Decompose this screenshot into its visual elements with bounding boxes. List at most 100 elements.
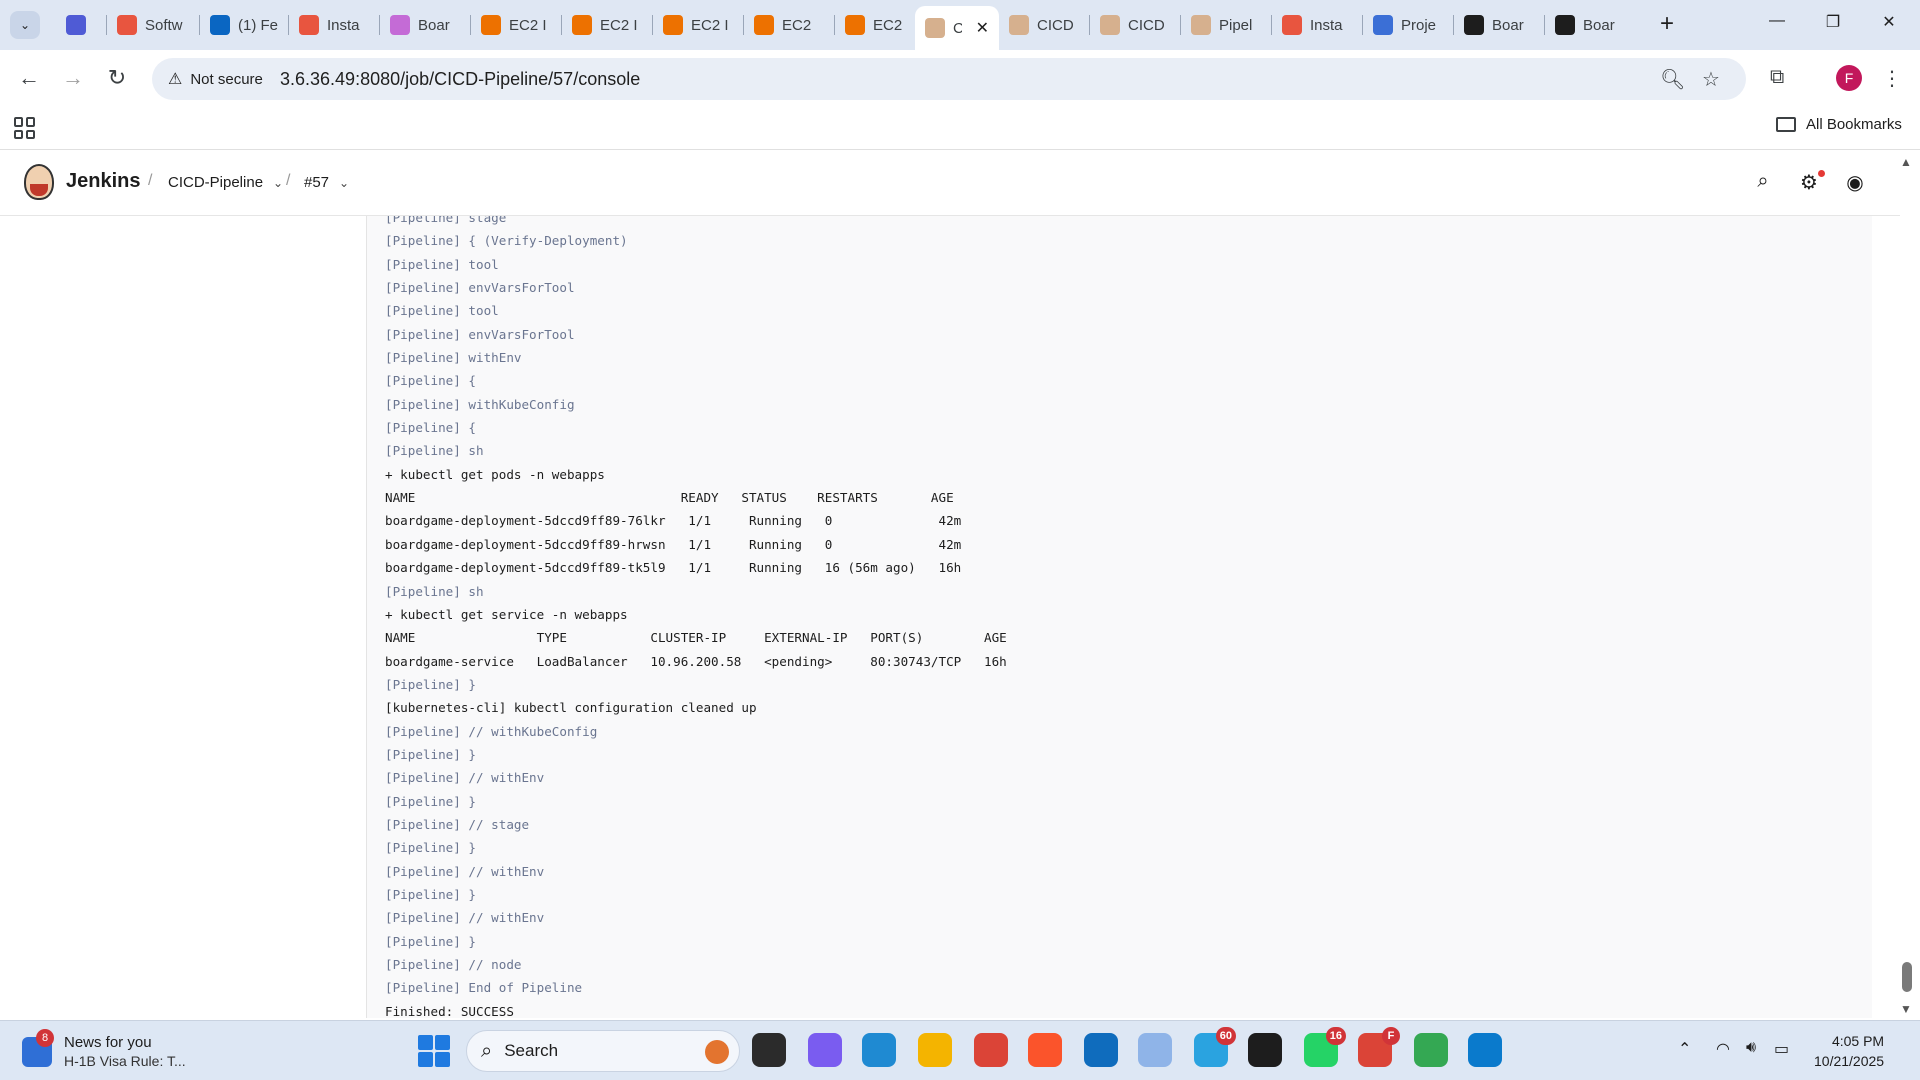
browser-tab[interactable]: Proje: [1363, 6, 1453, 44]
scrollbar-thumb[interactable]: [1902, 962, 1912, 992]
battery-icon[interactable]: ▭: [1774, 1039, 1789, 1059]
file-explorer-dark-icon[interactable]: [752, 1033, 786, 1067]
browser-toolbar: ← → ↻ ⚠ Not secure 3.6.36.49:8080/job/CI…: [0, 50, 1920, 108]
console-line: [Pipeline] withKubeConfig: [385, 396, 575, 412]
volume-icon[interactable]: 🔊︎: [1746, 1039, 1756, 1057]
profile-avatar[interactable]: F: [1836, 65, 1862, 91]
browser-tab[interactable]: Boar: [380, 6, 470, 44]
console-line: [Pipeline] // stage: [385, 816, 530, 832]
apps-grid-icon[interactable]: [14, 117, 36, 139]
console-line: [Pipeline] sh: [385, 583, 484, 599]
browser-tab[interactable]: Insta: [1272, 6, 1362, 44]
tab-search-dropdown-icon[interactable]: ⌄: [10, 11, 40, 39]
tab-title: Softw: [145, 16, 183, 34]
windows-start-icon[interactable]: [418, 1035, 450, 1067]
browser-tab[interactable]: EC2 I: [835, 6, 915, 44]
chevron-down-icon[interactable]: ⌄: [273, 176, 283, 190]
jenkins-logo-icon[interactable]: [24, 164, 54, 200]
url-text[interactable]: 3.6.36.49:8080/job/CICD-Pipeline/57/cons…: [280, 69, 640, 90]
new-tab-button[interactable]: +: [1652, 10, 1682, 40]
jenkins-header: Jenkins / CICD-Pipeline ⌄ / #57 ⌄ ⌕ ⚙ ◉: [0, 150, 1900, 216]
link-icon: [66, 15, 86, 35]
telegram-icon[interactable]: 60: [1194, 1027, 1236, 1067]
browser-tab[interactable]: EC2 I: [471, 6, 561, 44]
browser-tab[interactable]: Softw: [107, 6, 199, 44]
vscode-icon[interactable]: [1468, 1033, 1502, 1067]
breadcrumb-build[interactable]: #57 ⌄: [304, 174, 349, 191]
outlook-icon[interactable]: [1084, 1033, 1118, 1067]
restore-icon[interactable]: ❐: [1810, 12, 1856, 32]
breadcrumb-job[interactable]: CICD-Pipeline ⌄: [168, 174, 283, 191]
all-bookmarks-button[interactable]: All Bookmarks: [1776, 116, 1902, 133]
jenkins-icon: [1191, 15, 1211, 35]
browser-tab[interactable]: C ✕: [915, 6, 999, 50]
minimize-icon[interactable]: —: [1754, 12, 1800, 30]
chrome-alt-icon[interactable]: [1414, 1033, 1448, 1067]
extensions-icon[interactable]: ⧉: [1770, 66, 1784, 89]
aws-ec2-icon: [845, 15, 865, 35]
project-icon: [1373, 15, 1393, 35]
close-window-icon[interactable]: ✕: [1866, 12, 1912, 32]
tab-title: CICD: [1037, 16, 1074, 34]
copilot-icon[interactable]: [808, 1033, 842, 1067]
bookmark-star-icon[interactable]: ☆: [1702, 67, 1720, 92]
console-line: [Pipeline] }: [385, 840, 476, 856]
browser-tab[interactable]: CICD: [999, 6, 1089, 44]
console-line: [Pipeline] }: [385, 793, 476, 809]
close-tab-icon[interactable]: ✕: [976, 18, 989, 38]
browser-tab[interactable]: EC2 I: [653, 6, 743, 44]
scroll-up-arrow-icon[interactable]: ▲: [1900, 155, 1912, 169]
notification-dot: [1818, 170, 1825, 177]
search-highlight-icon: [705, 1040, 729, 1064]
console-line: boardgame-deployment-5dccd9ff89-76lkr 1/…: [385, 513, 962, 529]
chrome-profile-icon[interactable]: F: [1358, 1027, 1400, 1067]
menu-kebab-icon[interactable]: ⋮: [1882, 66, 1902, 91]
reload-icon[interactable]: ↻: [102, 64, 132, 94]
console-line: [Pipeline] // withEnv: [385, 770, 545, 786]
search-icon[interactable]: ⌕: [1750, 170, 1776, 193]
back-icon[interactable]: ←: [14, 64, 44, 94]
wifi-icon[interactable]: ◠: [1716, 1039, 1730, 1059]
browser-tab[interactable]: Pipel: [1181, 6, 1271, 44]
security-chip[interactable]: ⚠ Not secure: [158, 63, 275, 95]
browser-tab[interactable]: Boar: [1545, 6, 1631, 44]
taskbar-search[interactable]: ⌕ Search: [466, 1030, 740, 1072]
chevron-up-icon[interactable]: ⌃: [1678, 1039, 1691, 1059]
sticky-notes-icon[interactable]: [1248, 1033, 1282, 1067]
edge-icon[interactable]: [862, 1033, 896, 1067]
aws-ec2-icon: [663, 15, 683, 35]
console-line: + kubectl get service -n webapps: [385, 606, 628, 622]
news-widget[interactable]: 8 News for you H-1B Visa Rule: T...: [22, 1029, 186, 1071]
browser-tab[interactable]: Insta: [289, 6, 379, 44]
scroll-down-arrow-icon[interactable]: ▼: [1900, 1002, 1912, 1016]
user-icon[interactable]: ◉: [1842, 170, 1868, 195]
git-icon[interactable]: [1138, 1033, 1172, 1067]
jenkins-icon: [1100, 15, 1120, 35]
chevron-down-icon[interactable]: ⌄: [339, 176, 349, 190]
instance-icon: [299, 15, 319, 35]
news-subtitle: H-1B Visa Rule: T...: [64, 1053, 186, 1069]
breadcrumb-separator: /: [286, 172, 291, 189]
tab-strip: ⌄ Softw (1) Fe Insta Boar EC2 I EC2 I EC2 I EC2…: [0, 0, 1920, 50]
console-output: [Pipeline] stage [Pipeline] { (Verify-Dep…: [366, 216, 1872, 1018]
file-explorer-icon[interactable]: [918, 1033, 952, 1067]
console-line: + kubectl get pods -n webapps: [385, 466, 605, 482]
zoom-icon[interactable]: 🔍︎: [1660, 67, 1685, 92]
console-line: [Pipeline] envVarsForTool: [385, 280, 575, 296]
browser-tab[interactable]: Boar: [1454, 6, 1544, 44]
chrome-icon[interactable]: [974, 1033, 1008, 1067]
forward-icon[interactable]: →: [58, 64, 88, 94]
browser-tab[interactable]: EC2 I: [562, 6, 652, 44]
whatsapp-icon[interactable]: 16: [1304, 1027, 1346, 1067]
browser-tab[interactable]: (1) Fe: [200, 6, 288, 44]
brave-icon[interactable]: [1028, 1033, 1062, 1067]
jenkins-title[interactable]: Jenkins: [66, 170, 140, 193]
browser-tab[interactable]: CICD: [1090, 6, 1180, 44]
browser-tab[interactable]: [56, 6, 106, 44]
console-line: [Pipeline] // withEnv: [385, 910, 545, 926]
console-line: [Pipeline] envVarsForTool: [385, 326, 575, 342]
clock[interactable]: 4:05 PM 10/21/2025: [1814, 1031, 1884, 1071]
address-bar[interactable]: ⚠ Not secure 3.6.36.49:8080/job/CICD-Pip…: [152, 58, 1746, 100]
app-badge: 16: [1325, 1027, 1346, 1045]
browser-tab[interactable]: EC2: [744, 6, 834, 44]
